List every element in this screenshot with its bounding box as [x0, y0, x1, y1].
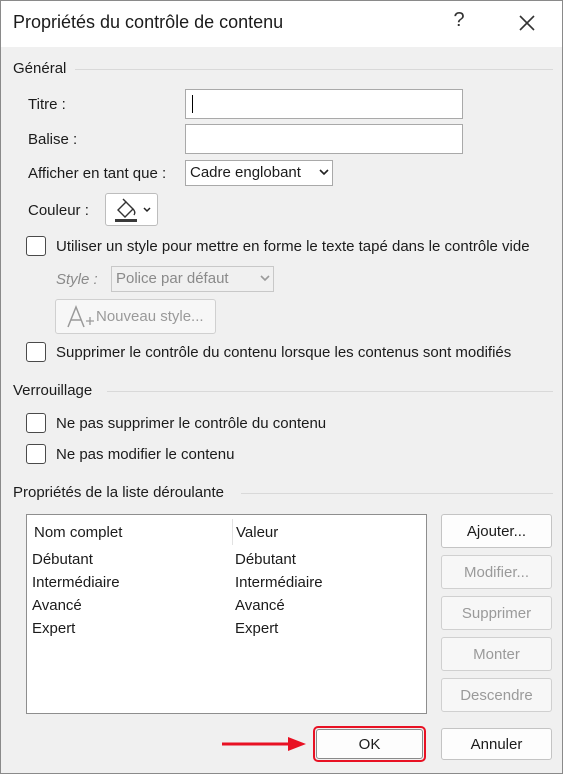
no-edit-label: Ne pas modifier le contenu	[56, 446, 235, 463]
item-name: Expert	[32, 620, 76, 637]
modify-button-label: Modifier...	[463, 564, 530, 581]
show-as-value: Cadre englobant	[190, 164, 301, 181]
use-style-checkbox[interactable]	[26, 236, 46, 256]
delete-button[interactable]: Supprimer	[441, 596, 552, 630]
item-name: Débutant	[32, 551, 93, 568]
style-label: Style :	[56, 271, 98, 288]
new-style-icon	[67, 304, 94, 328]
use-style-label: Utiliser un style pour mettre en forme l…	[56, 238, 530, 255]
column-separator[interactable]	[232, 519, 233, 545]
column-header-value[interactable]: Valeur	[236, 524, 278, 541]
style-select[interactable]: Police par défaut	[111, 266, 274, 292]
column-header-name[interactable]: Nom complet	[34, 524, 122, 541]
ok-highlight-frame	[313, 726, 426, 762]
new-style-label: Nouveau style...	[96, 308, 204, 325]
close-button[interactable]	[513, 9, 541, 37]
locking-section-label: Verrouillage	[13, 382, 93, 399]
item-value: Intermédiaire	[235, 574, 323, 591]
list-item[interactable]: Avancé Avancé	[27, 596, 426, 619]
chevron-down-icon	[260, 270, 270, 289]
general-divider	[75, 69, 553, 70]
add-button[interactable]: Ajouter...	[441, 514, 552, 548]
show-as-label: Afficher en tant que :	[28, 165, 167, 182]
item-name: Intermédiaire	[32, 574, 120, 591]
dropdown-section-label: Propriétés de la liste déroulante	[13, 484, 224, 501]
content-control-properties-dialog: Propriétés du contrôle de contenu ? Géné…	[0, 0, 563, 774]
paint-bucket-icon	[115, 198, 151, 222]
title-field[interactable]	[185, 89, 463, 119]
dialog-title: Propriétés du contrôle de contenu	[13, 12, 284, 32]
item-value: Débutant	[235, 551, 296, 568]
general-section-label: Général	[13, 60, 67, 77]
color-label: Couleur :	[28, 202, 89, 219]
remove-when-edited-label: Supprimer le contrôle du contenu lorsque…	[56, 344, 512, 361]
move-down-button-label: Descendre	[460, 687, 533, 704]
no-edit-checkbox[interactable]	[26, 444, 46, 464]
locking-divider	[107, 391, 553, 392]
list-item[interactable]: Débutant Débutant	[27, 550, 426, 573]
remove-when-edited-checkbox[interactable]	[26, 342, 46, 362]
arrow-right-icon	[222, 737, 306, 751]
no-delete-checkbox[interactable]	[26, 413, 46, 433]
help-button[interactable]: ?	[447, 9, 471, 32]
close-icon	[519, 15, 535, 31]
chevron-down-icon	[319, 164, 329, 183]
dropdown-list[interactable]: Nom complet Valeur Débutant Débutant Int…	[26, 514, 427, 714]
text-caret	[192, 95, 193, 113]
new-style-button[interactable]: Nouveau style...	[55, 299, 216, 334]
tag-field-label: Balise :	[28, 131, 78, 148]
item-value: Avancé	[235, 597, 285, 614]
list-item[interactable]: Expert Expert	[27, 619, 426, 642]
no-delete-label: Ne pas supprimer le contrôle du contenu	[56, 415, 327, 432]
tag-field[interactable]	[185, 124, 463, 154]
list-item[interactable]: Intermédiaire Intermédiaire	[27, 573, 426, 596]
cancel-button-label: Annuler	[470, 736, 523, 753]
cancel-button[interactable]: Annuler	[441, 728, 552, 760]
title-bar: Propriétés du contrôle de contenu ?	[1, 1, 562, 47]
style-value: Police par défaut	[116, 270, 229, 287]
title-field-label: Titre :	[28, 96, 66, 113]
item-name: Avancé	[32, 597, 82, 614]
dropdown-divider	[241, 493, 553, 494]
delete-button-label: Supprimer	[461, 605, 532, 622]
item-value: Expert	[235, 620, 279, 637]
add-button-label: Ajouter...	[466, 523, 527, 540]
move-down-button[interactable]: Descendre	[441, 678, 552, 712]
show-as-select[interactable]: Cadre englobant	[185, 160, 333, 186]
move-up-button[interactable]: Monter	[441, 637, 552, 671]
move-up-button-label: Monter	[473, 646, 520, 663]
modify-button[interactable]: Modifier...	[441, 555, 552, 589]
color-picker-button[interactable]	[105, 193, 158, 226]
